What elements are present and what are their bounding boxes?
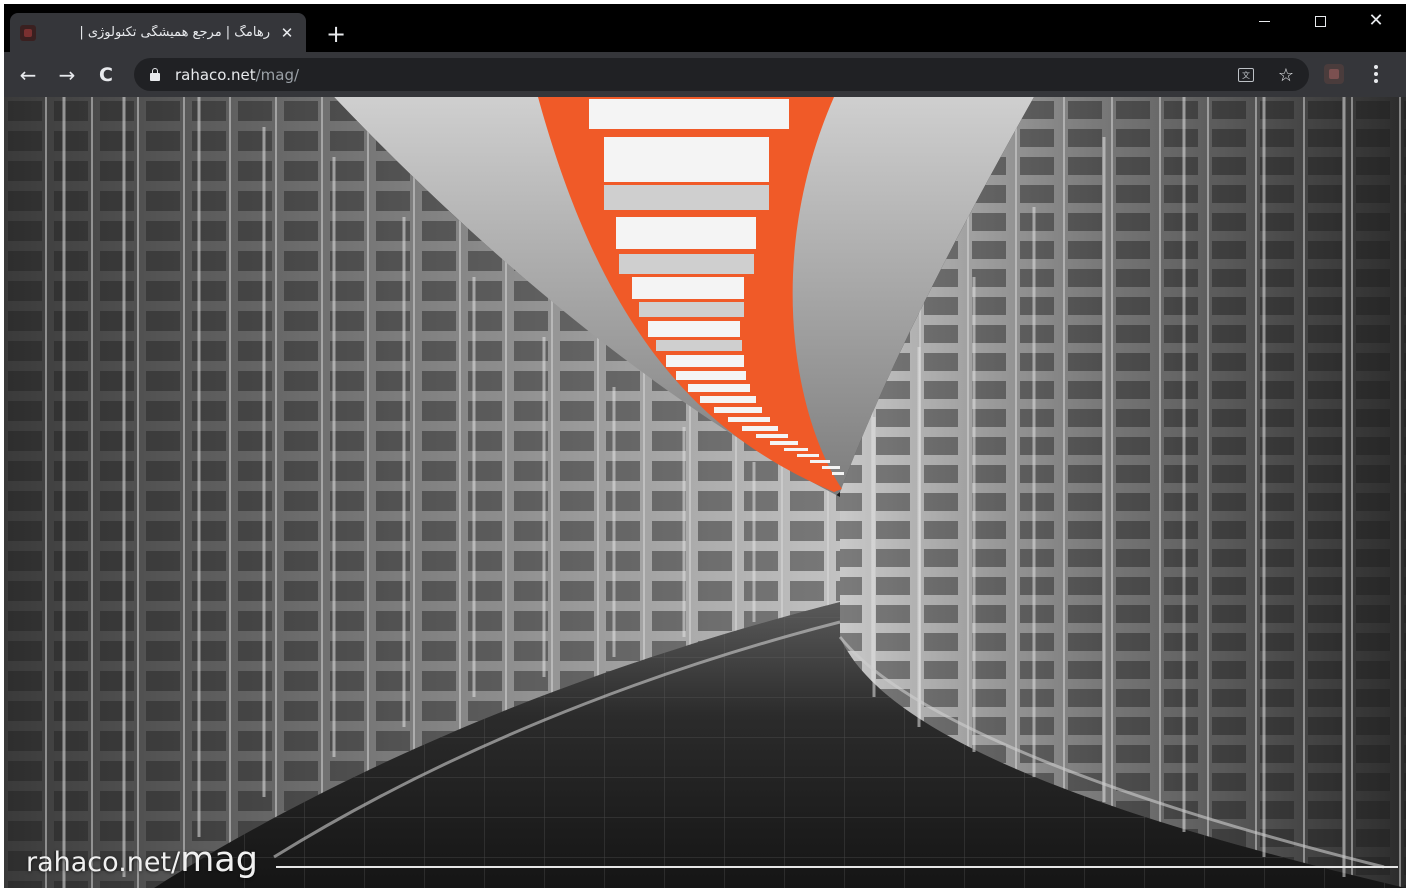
translate-button[interactable]: 文 [1234,63,1258,87]
reload-icon: C [99,64,113,86]
favicon-icon [20,24,36,41]
hero-image [4,97,1406,888]
reload-button[interactable]: C [91,60,121,90]
menu-dot-icon [1374,78,1378,83]
back-arrow-icon: ← [19,63,37,87]
url-host: rahaco.net [175,66,256,84]
maximize-button[interactable] [1292,4,1348,38]
back-button[interactable]: ← [13,60,43,90]
close-window-button[interactable]: ✕ [1348,4,1404,38]
watermark-slash: / [171,847,181,878]
maximize-icon [1314,15,1326,27]
watermark-domain: rahaco.net [26,847,172,878]
browser-window: ✕ رهامگ | مرجع همیشگی تکنولوژی | + ✕ ← →… [0,0,1410,888]
bookmark-button[interactable]: ☆ [1274,63,1298,87]
url-text[interactable]: rahaco.net/mag/ [175,66,299,84]
watermark-mag: mag [180,840,258,880]
title-bar: ✕ رهامگ | مرجع همیشگی تکنولوژی | + ✕ [4,4,1406,52]
menu-dot-icon [1374,65,1378,70]
browser-menu-button[interactable] [1366,64,1386,84]
tab-close-icon[interactable]: ✕ [278,24,296,42]
minimize-button[interactable] [1236,4,1292,38]
site-watermark: rahaco.net / mag [26,840,258,880]
minimize-icon [1258,20,1270,22]
tab-title: رهامگ | مرجع همیشگی تکنولوژی | [79,25,270,40]
url-path: /mag/ [255,66,300,84]
address-bar[interactable]: rahaco.net/mag/ 文 ☆ [134,58,1309,91]
close-icon: ✕ [1368,10,1384,31]
star-icon: ☆ [1277,64,1295,86]
menu-dot-icon [1374,71,1378,76]
new-tab-button[interactable]: + [322,20,350,48]
watermark-divider [276,866,1398,868]
translate-icon: 文 [1238,68,1254,82]
page-content: rahaco.net / mag [4,97,1406,888]
lock-icon [150,68,160,81]
forward-arrow-icon: → [58,63,76,87]
browser-tab[interactable]: ✕ رهامگ | مرجع همیشگی تکنولوژی | [10,13,306,52]
extension-icon[interactable] [1324,64,1344,84]
toolbar: ← → C rahaco.net/mag/ 文 ☆ [4,52,1406,97]
forward-button[interactable]: → [52,60,82,90]
